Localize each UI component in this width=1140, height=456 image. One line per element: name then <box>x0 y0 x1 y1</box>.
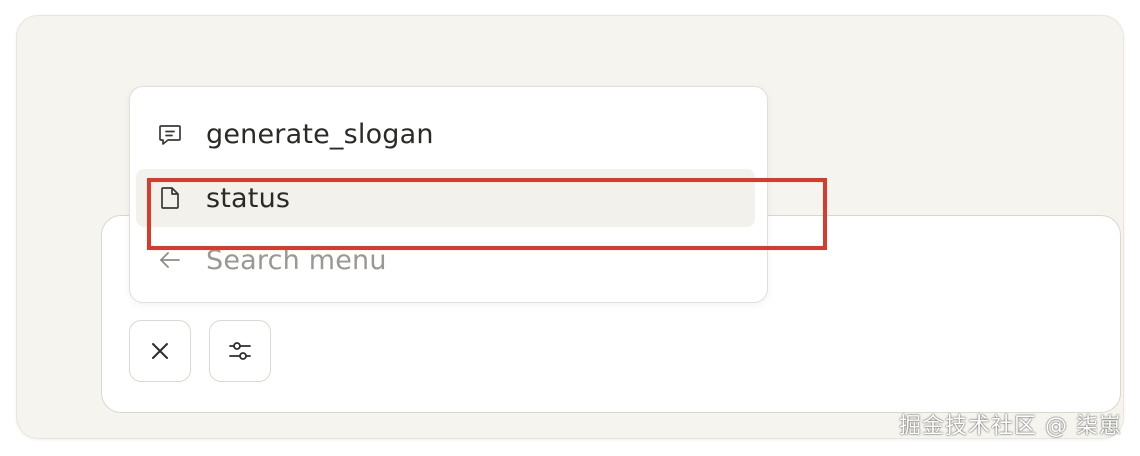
message-square-icon <box>156 120 184 148</box>
sliders-icon <box>229 342 251 360</box>
menu-item-generate-slogan[interactable]: generate_slogan <box>136 105 755 163</box>
close-icon <box>152 343 168 359</box>
search-menu-input[interactable]: Search menu <box>136 231 755 289</box>
menu-item-label: generate_slogan <box>206 118 434 150</box>
file-icon <box>156 184 184 212</box>
arrow-left-icon[interactable] <box>156 246 184 274</box>
menu-item-status[interactable]: status <box>136 169 755 227</box>
search-placeholder: Search menu <box>206 244 387 276</box>
slash-command-menu: generate_slogan status Search menu <box>129 86 768 303</box>
watermark: 掘金技术社区 @ 柒崽 <box>899 414 1122 439</box>
menu-item-label: status <box>206 182 291 214</box>
tools-button[interactable] <box>209 320 271 382</box>
close-button[interactable] <box>129 320 191 382</box>
